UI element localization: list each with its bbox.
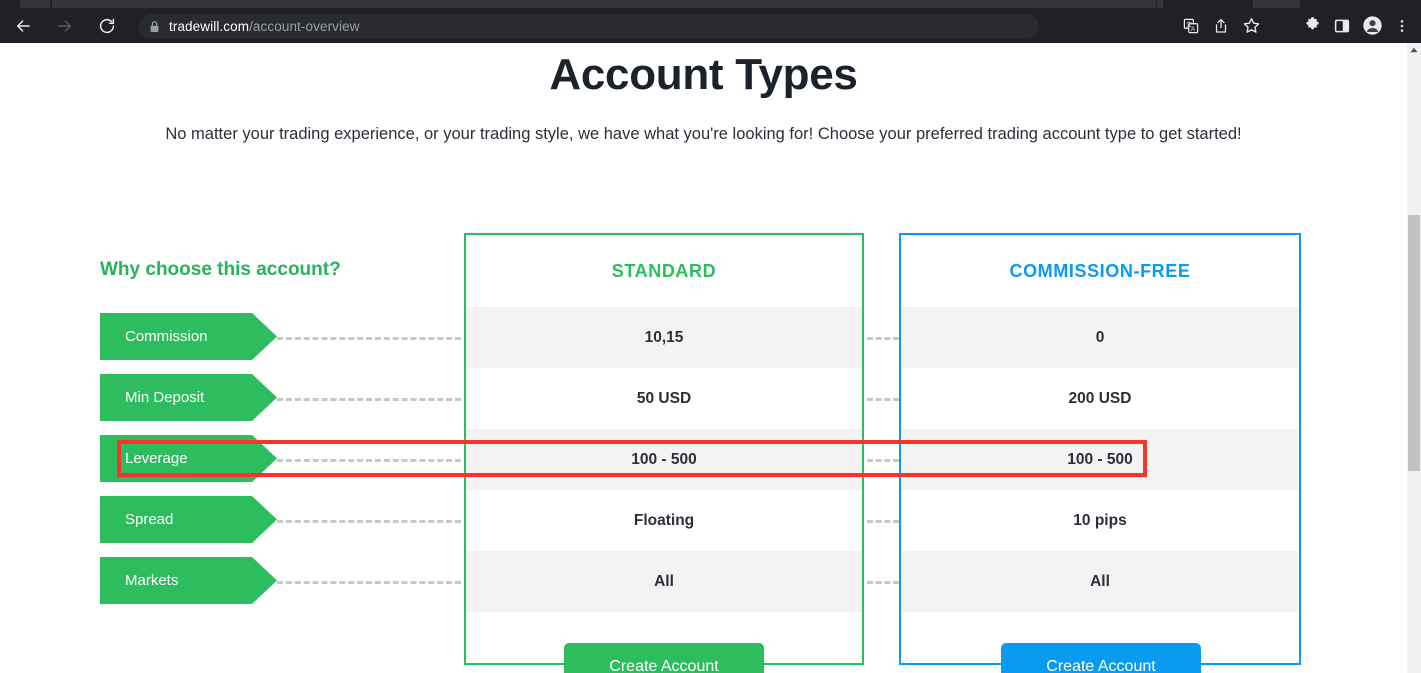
forward-arrow-icon[interactable]: [50, 11, 80, 41]
plan-value-leverage-standard: 100 - 500: [466, 429, 862, 490]
page-title: Account Types: [549, 50, 858, 99]
omnibox-action-icons: 文 A: [1176, 10, 1266, 41]
plan-card-standard: STANDARD 10,15 50 USD 100 - 500 Floating…: [464, 233, 864, 665]
side-panel-icon[interactable]: [1327, 11, 1357, 41]
plan-value-leverage-commission-free: 100 - 500: [901, 429, 1299, 490]
feature-tab-commission: Commission: [100, 313, 277, 360]
tab-strip-gap-far-right: [1300, 0, 1421, 8]
plan-value-min-deposit-commission-free: 200 USD: [901, 368, 1299, 429]
connector-line-leverage: [277, 459, 461, 462]
chrome-menu-icon[interactable]: [1387, 11, 1417, 41]
feature-label: Min Deposit: [125, 389, 205, 406]
mid-connector-min-deposit: [867, 398, 899, 401]
address-bar[interactable]: tradewill.com/account-overview: [139, 14, 1039, 38]
feature-label: Spread: [125, 511, 174, 528]
feature-tab-spread: Spread: [100, 496, 277, 543]
feature-label: Leverage: [125, 450, 188, 467]
translate-icon[interactable]: 文 A: [1176, 11, 1206, 41]
page-subtitle: No matter your trading experience, or yo…: [165, 125, 1242, 143]
share-icon[interactable]: [1206, 11, 1236, 41]
page-viewport: Account Types No matter your trading exp…: [0, 43, 1407, 673]
address-bar-host: tradewill.com: [169, 18, 250, 34]
lock-icon: [149, 20, 160, 33]
feature-label: Commission: [125, 328, 208, 345]
plan-title-standard: STANDARD: [611, 260, 717, 281]
mid-connector-markets: [867, 581, 899, 584]
tab-strip-gap-left: [0, 0, 20, 8]
plan-value-markets-commission-free: All: [901, 551, 1299, 612]
tab-strip-gap-right: [1163, 0, 1253, 8]
plan-value-spread-commission-free: 10 pips: [901, 490, 1299, 551]
extensions-puzzle-icon[interactable]: [1297, 11, 1327, 41]
bookmark-star-icon[interactable]: [1236, 11, 1266, 41]
connector-line-min-deposit: [277, 398, 461, 401]
reload-icon[interactable]: [92, 11, 122, 41]
plan-value-min-deposit-standard: 50 USD: [466, 368, 862, 429]
tab-strip: [0, 0, 1421, 8]
scrollbar-up-arrow-icon[interactable]: [1407, 43, 1421, 57]
navigation-bar: tradewill.com/account-overview 文 A: [0, 8, 1421, 43]
why-choose-heading: Why choose this account?: [100, 259, 341, 280]
profile-avatar-icon[interactable]: [1357, 11, 1387, 41]
connector-line-markets: [277, 581, 461, 584]
plan-value-markets-standard: All: [466, 551, 862, 612]
plan-value-spread-standard: Floating: [466, 490, 862, 551]
connector-line-spread: [277, 520, 461, 523]
browser-chrome: tradewill.com/account-overview 文 A: [0, 0, 1421, 43]
tab-strip-divider: [50, 0, 52, 8]
browser-toolbar-right: [1297, 10, 1417, 41]
plan-value-commission-standard: 10,15: [466, 307, 862, 368]
feature-tab-leverage: Leverage: [100, 435, 277, 482]
plan-value-commission-commission-free: 0: [901, 307, 1299, 368]
mid-connector-spread: [867, 520, 899, 523]
scrollbar-thumb[interactable]: [1408, 215, 1420, 471]
connector-line-commission: [277, 337, 461, 340]
feature-label: Markets: [125, 572, 179, 589]
mid-connector-leverage: [867, 459, 899, 462]
create-account-button-standard[interactable]: Create Account: [564, 643, 764, 673]
svg-text:A: A: [1191, 26, 1195, 32]
mid-connector-commission: [867, 337, 899, 340]
page-scrollbar[interactable]: [1407, 43, 1421, 673]
address-bar-url: tradewill.com/account-overview: [169, 19, 360, 34]
feature-tab-markets: Markets: [100, 557, 277, 604]
back-arrow-icon[interactable]: [8, 11, 38, 41]
create-account-button-commission-free[interactable]: Create Account: [1001, 643, 1201, 673]
plan-title-commission-free: COMMISSION-FREE: [1009, 260, 1191, 281]
feature-tab-min-deposit: Min Deposit: [100, 374, 277, 421]
plan-card-commission-free: COMMISSION-FREE 0 200 USD 100 - 500 10 p…: [899, 233, 1301, 665]
tab-strip-divider-right: [1156, 0, 1157, 8]
address-bar-path: /account-overview: [249, 18, 360, 34]
